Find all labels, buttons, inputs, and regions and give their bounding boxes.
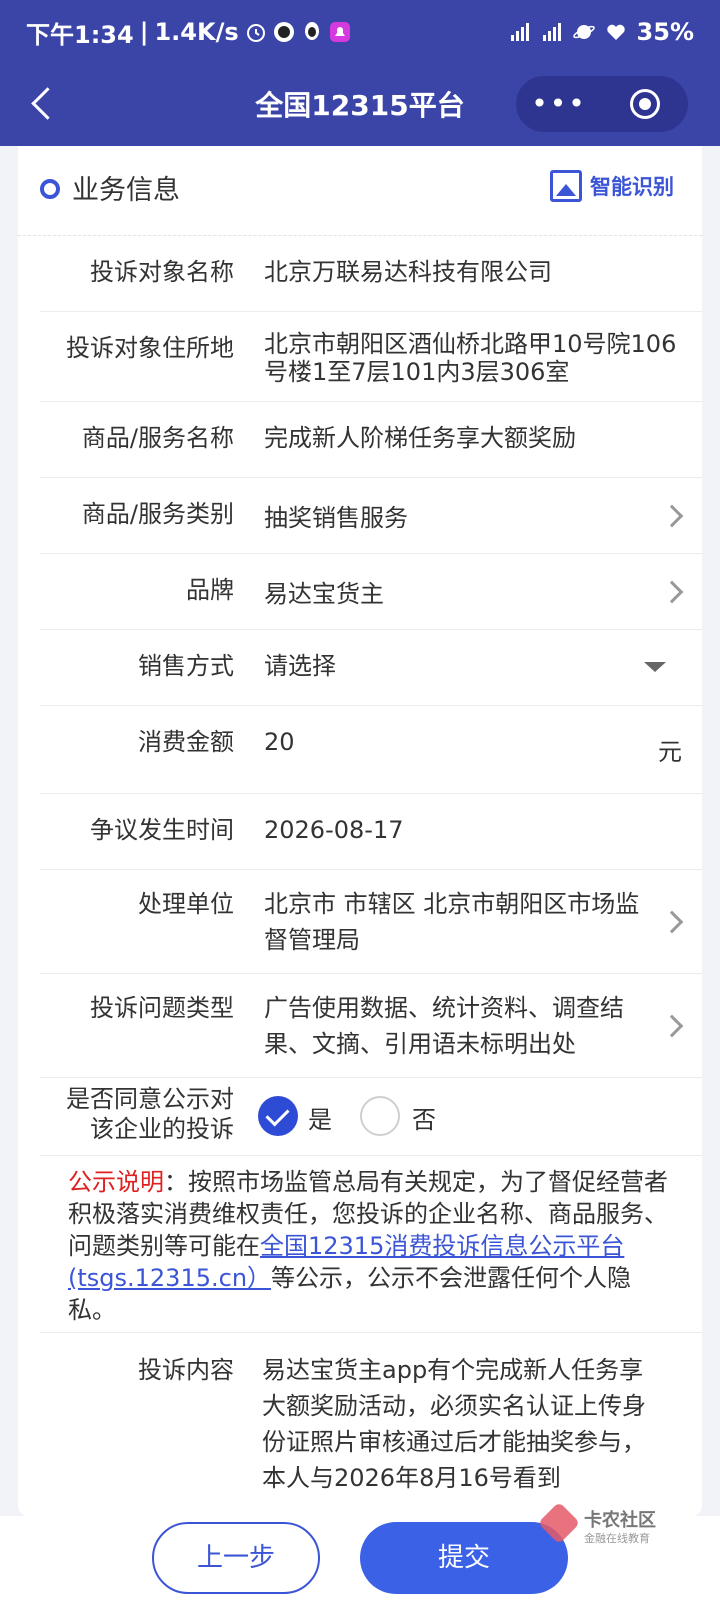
dropdown-caret-icon — [644, 662, 666, 672]
section-header: 业务信息 智能识别 — [18, 146, 702, 236]
alarm-icon — [246, 24, 265, 42]
signal-icon — [542, 23, 561, 41]
network-speed: 1.4K/s — [154, 18, 239, 46]
sale-method-select[interactable]: 请选择 — [264, 648, 664, 684]
target-name-input[interactable]: 北京万联易达科技有限公司 — [264, 254, 684, 290]
chevron-right-icon — [660, 580, 684, 604]
smart-recognize-label: 智能识别 — [590, 175, 674, 199]
field-label: 投诉问题类型 — [90, 994, 234, 1022]
divider — [40, 1332, 702, 1333]
smart-recognize-button[interactable]: 智能识别 — [550, 170, 674, 202]
field-handler[interactable]: 处理单位 北京市 市辖区 北京市朝阳区市场监督管理局 — [40, 870, 702, 974]
field-issue-type[interactable]: 投诉问题类型 广告使用数据、统计资料、调查结果、文摘、引用语未标明出处 — [40, 974, 702, 1078]
complaint-label: 投诉内容 — [138, 1356, 234, 1384]
section-title: 业务信息 — [72, 175, 180, 206]
status-time: 下午1:34 — [26, 20, 134, 49]
complaint-content-textarea[interactable]: 易达宝货主app有个完成新人任务享大额奖励活动，必须实名认证上传身份证照片审核通… — [262, 1352, 662, 1496]
field-label: 投诉对象名称 — [90, 258, 234, 286]
product-name-input[interactable]: 完成新人阶梯任务享大额奖励 — [264, 420, 664, 456]
prev-step-button[interactable]: 上一步 — [152, 1522, 320, 1594]
target-address-input[interactable]: 北京市朝阳区酒仙桥北路甲10号院106号楼1至7层101内3层306室 — [264, 330, 684, 386]
notice-head: 公示说明 — [68, 1168, 164, 1196]
heart-icon — [606, 24, 625, 40]
chevron-right-icon — [660, 1014, 684, 1038]
watermark-subtitle: 金融在线教育 — [584, 1532, 650, 1545]
product-category-select[interactable]: 抽奖销售服务 — [264, 500, 664, 536]
field-label: 是否同意公示对 该企业的投诉 — [66, 1085, 234, 1143]
field-publicize: 是否同意公示对 该企业的投诉 是 否 — [40, 1078, 702, 1156]
dispute-time-picker[interactable]: 2026-08-17 — [264, 812, 664, 848]
section-dot-icon — [40, 179, 60, 199]
radio-yes-label: 是 — [308, 1106, 332, 1134]
radio-no-label: 否 — [412, 1106, 436, 1134]
field-product-name[interactable]: 商品/服务名称 完成新人阶梯任务享大额奖励 — [40, 402, 702, 478]
field-brand[interactable]: 品牌 易达宝货主 — [40, 554, 702, 630]
chevron-right-icon — [660, 910, 684, 934]
close-button[interactable] — [602, 89, 688, 119]
mini-program-capsule: ••• — [516, 76, 688, 132]
brand-select[interactable]: 易达宝货主 — [264, 576, 664, 612]
watermark-logo-icon — [537, 1501, 581, 1545]
nav-bar: 全国12315平台 ••• — [0, 72, 720, 136]
field-product-category[interactable]: 商品/服务类别 抽奖销售服务 — [40, 478, 702, 554]
field-label: 商品/服务类别 — [81, 500, 234, 528]
field-amount[interactable]: 消费金额 20 元 — [40, 706, 702, 794]
handler-select[interactable]: 北京市 市辖区 北京市朝阳区市场监督管理局 — [264, 886, 644, 958]
amount-unit: 元 — [658, 738, 682, 766]
issue-type-select[interactable]: 广告使用数据、统计资料、调查结果、文摘、引用语未标明出处 — [264, 990, 644, 1062]
field-label: 销售方式 — [138, 652, 234, 680]
submit-button[interactable]: 提交 — [360, 1522, 568, 1594]
battery-level: 35% — [636, 18, 694, 46]
signal-icon — [510, 23, 529, 41]
watermark: 卡农社区 金融在线教育 — [537, 1501, 694, 1548]
field-label: 品牌 — [186, 576, 234, 604]
field-sale-method[interactable]: 销售方式 请选择 — [40, 630, 702, 706]
public-notice: 公示说明：按照市场监管总局有关规定，为了督促经营者积极落实消费维权责任，您投诉的… — [68, 1166, 668, 1326]
business-info-card: 业务信息 智能识别 投诉对象名称 北京万联易达科技有限公司 投诉对象住所地 北京… — [18, 146, 702, 1516]
bell-icon — [329, 22, 350, 42]
more-button[interactable]: ••• — [516, 76, 602, 132]
amount-input[interactable]: 20 — [264, 724, 664, 760]
radio-no[interactable] — [360, 1096, 400, 1136]
app-icon — [273, 22, 294, 42]
status-bar: 下午1:34 | 1.4K/s 35% — [26, 14, 694, 50]
watermark-title: 卡农社区 — [584, 1510, 656, 1531]
field-label: 争议发生时间 — [90, 816, 234, 844]
qq-icon — [304, 22, 319, 40]
image-icon — [550, 170, 582, 202]
radio-yes[interactable] — [258, 1096, 298, 1136]
planet-icon — [572, 25, 595, 39]
target-icon — [630, 89, 660, 119]
field-target-address[interactable]: 投诉对象住所地 北京市朝阳区酒仙桥北路甲10号院106号楼1至7层101内3层3… — [40, 312, 702, 402]
field-label: 投诉对象住所地 — [66, 334, 234, 362]
top-bar: 下午1:34 | 1.4K/s 35% 全国12315平台 ••• — [0, 0, 720, 146]
chevron-right-icon — [660, 504, 684, 528]
field-label: 消费金额 — [138, 728, 234, 756]
field-label: 商品/服务名称 — [81, 424, 234, 452]
field-label: 处理单位 — [138, 890, 234, 918]
field-target-name[interactable]: 投诉对象名称 北京万联易达科技有限公司 — [40, 236, 702, 312]
field-dispute-time[interactable]: 争议发生时间 2026-08-17 — [40, 794, 702, 870]
